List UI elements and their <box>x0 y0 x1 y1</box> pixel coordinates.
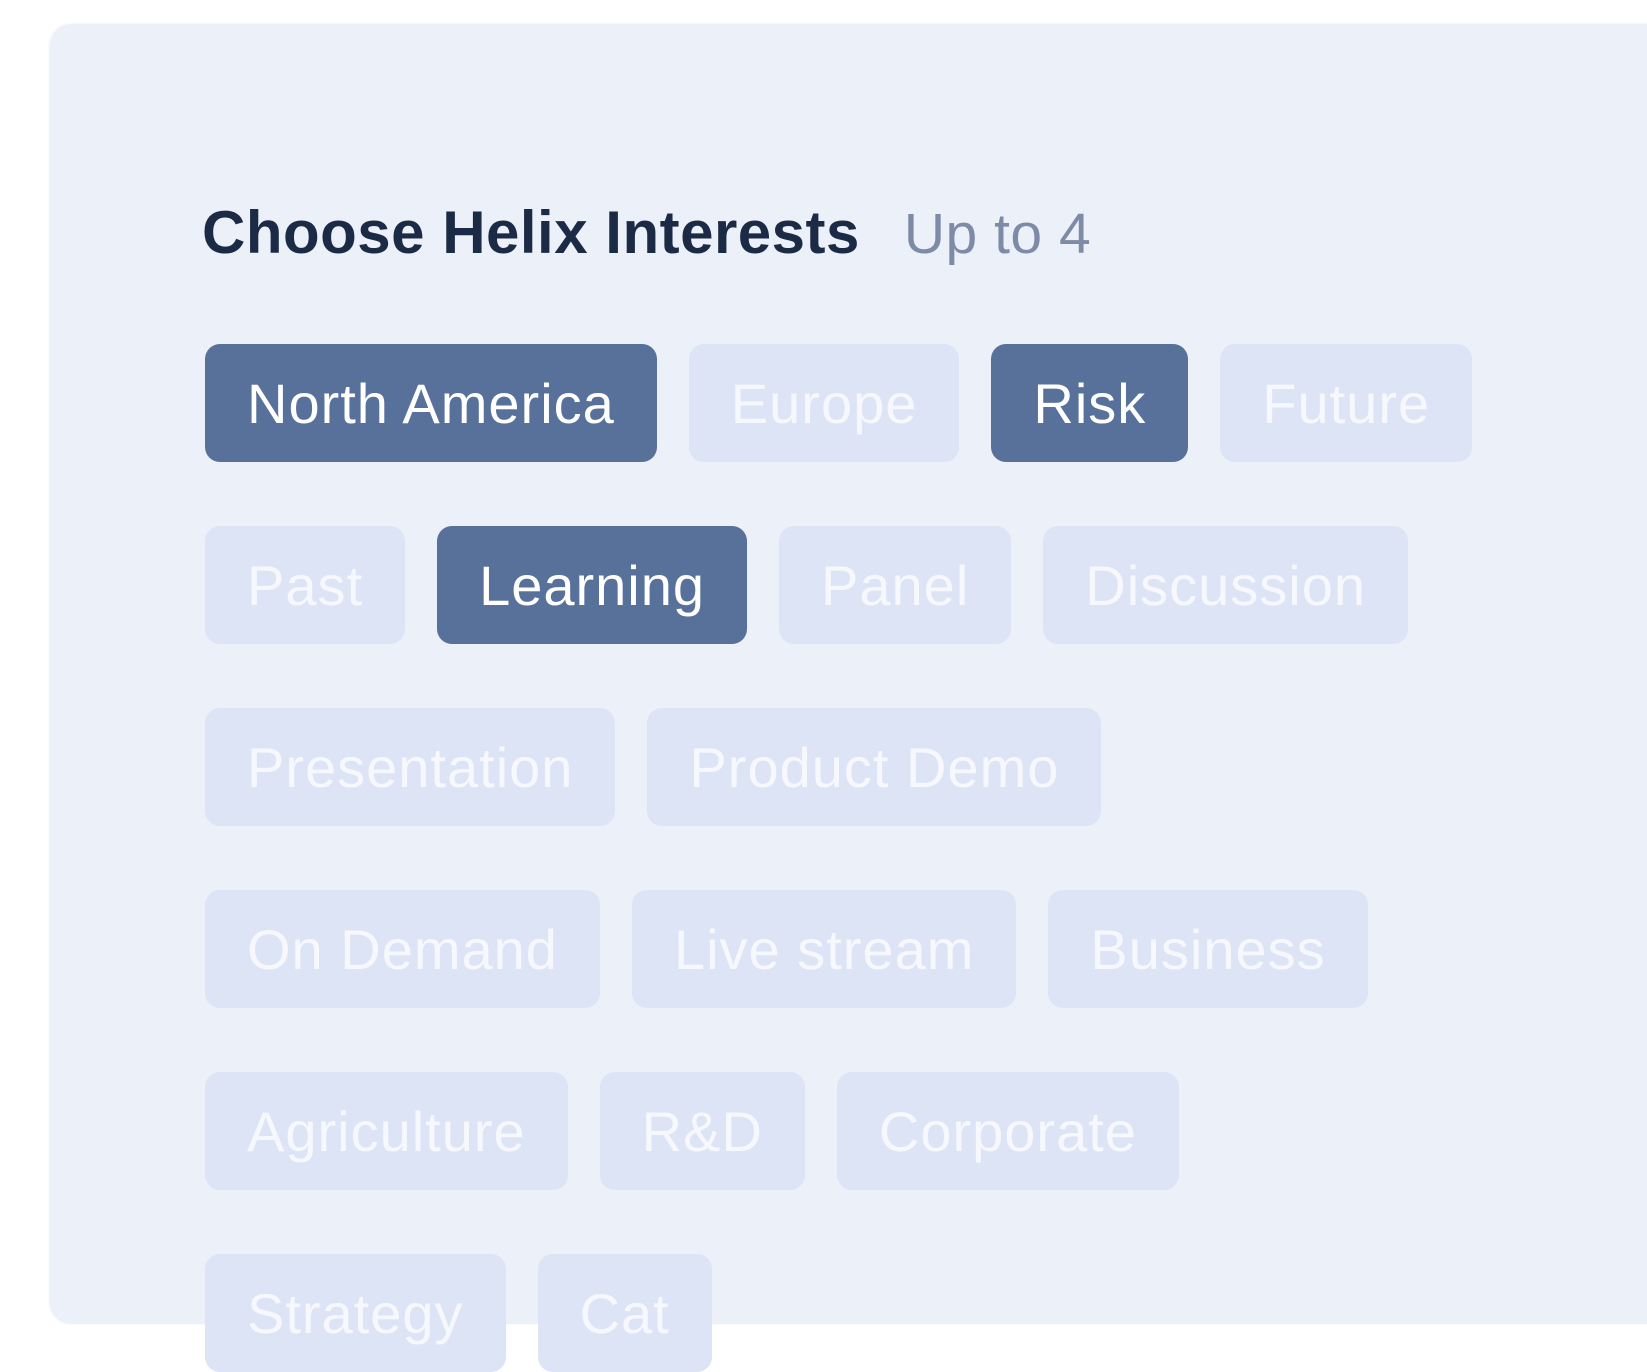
chip-business[interactable]: Business <box>1048 890 1368 1008</box>
chip-on-demand[interactable]: On Demand <box>205 890 600 1008</box>
chip-cat[interactable]: Cat <box>537 1254 712 1372</box>
chip-europe[interactable]: Europe <box>688 344 960 462</box>
heading: Choose Helix Interests Up to 4 <box>202 198 1091 267</box>
chip-future[interactable]: Future <box>1220 344 1473 462</box>
chip-agriculture[interactable]: Agriculture <box>205 1072 568 1190</box>
chip-presentation[interactable]: Presentation <box>205 708 616 826</box>
chip-discussion[interactable]: Discussion <box>1043 526 1409 644</box>
chip-r-and-d[interactable]: R&D <box>599 1072 805 1190</box>
interests-card: Choose Helix Interests Up to 4 North Ame… <box>50 24 1647 1372</box>
chip-north-america[interactable]: North America <box>205 344 657 462</box>
chip-corporate[interactable]: Corporate <box>836 1072 1179 1190</box>
interest-chip-group: North America Europe Risk Future Past Le… <box>205 344 1585 1372</box>
selection-limit: Up to 4 <box>903 202 1092 266</box>
page-title: Choose Helix Interests <box>202 199 860 266</box>
chip-product-demo[interactable]: Product Demo <box>647 708 1102 826</box>
chip-strategy[interactable]: Strategy <box>205 1254 506 1372</box>
chip-learning[interactable]: Learning <box>437 526 748 644</box>
chip-panel[interactable]: Panel <box>779 526 1012 644</box>
chip-live-stream[interactable]: Live stream <box>631 890 1017 1008</box>
chip-risk[interactable]: Risk <box>991 344 1189 462</box>
chip-past[interactable]: Past <box>205 526 406 644</box>
